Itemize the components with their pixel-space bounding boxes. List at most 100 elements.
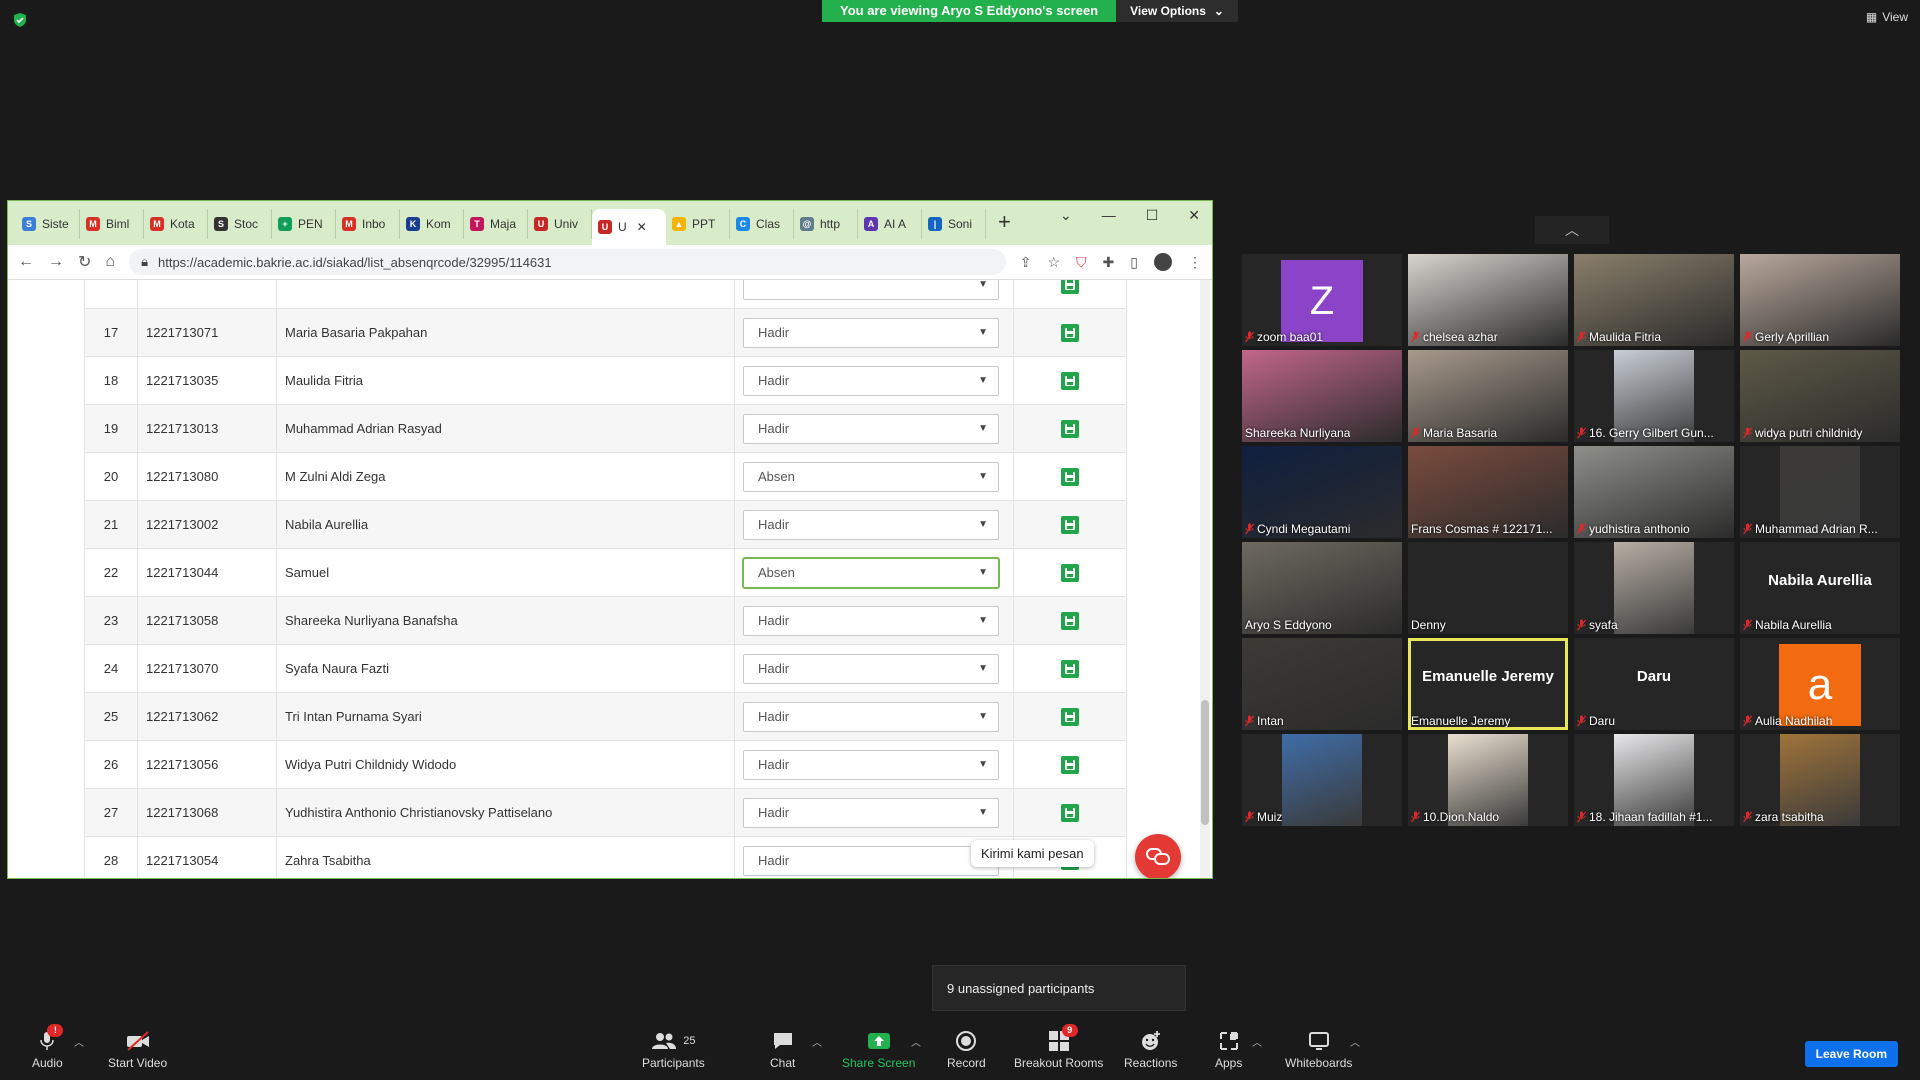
attendance-status-select[interactable]: Hadir▼ (743, 317, 999, 348)
attendance-status-select[interactable]: Hadir▼ (743, 605, 999, 636)
participant-tile[interactable]: yudhistira anthonio (1574, 446, 1734, 538)
attendance-status-select[interactable]: Hadir▼ (743, 797, 999, 828)
browser-tab[interactable]: M Inbo (336, 209, 400, 239)
attendance-status-select[interactable]: ▼ (743, 280, 999, 300)
home-icon[interactable]: ⌂ (105, 253, 115, 271)
record-button[interactable]: Record (947, 1030, 986, 1070)
view-options-button[interactable]: View Options ⌄ (1116, 0, 1238, 22)
participant-tile[interactable]: widya putri childnidy (1740, 350, 1900, 442)
chat-prompt-bubble[interactable]: Kirimi kami pesan (971, 840, 1094, 867)
save-button[interactable] (1061, 371, 1079, 390)
page-scrollbar[interactable] (1200, 280, 1210, 878)
extensions-icon[interactable]: ✚ (1103, 254, 1115, 271)
save-button[interactable] (1061, 280, 1079, 294)
breakout-rooms-button[interactable]: 9 Breakout Rooms (1014, 1024, 1103, 1070)
gallery-page-up-button[interactable]: ︿ (1535, 216, 1609, 244)
save-button[interactable] (1061, 707, 1079, 726)
bookmark-star-icon[interactable]: ☆ (1047, 254, 1060, 271)
sidebar-icon[interactable]: ▯ (1130, 254, 1138, 271)
browser-tab[interactable]: K Kom (400, 209, 464, 239)
reactions-button[interactable]: Reactions (1124, 1030, 1177, 1070)
whiteboards-options-caret[interactable]: ︿ (1350, 1034, 1360, 1049)
scrollbar-thumb[interactable] (1201, 700, 1209, 825)
tab-search-icon[interactable]: ⌄ (1060, 207, 1072, 224)
browser-tab[interactable]: S Siste (16, 209, 80, 239)
participant-tile[interactable]: Aryo S Eddyono (1242, 542, 1402, 634)
participant-tile[interactable]: Nabila Aurellia Nabila Aurellia (1740, 542, 1900, 634)
pocket-icon[interactable]: ⛉ (1076, 254, 1087, 271)
browser-tab[interactable]: M Kota (144, 209, 208, 239)
participant-tile[interactable]: chelsea azhar (1408, 254, 1568, 346)
attendance-status-select[interactable]: Hadir▼ (743, 845, 999, 876)
audio-button[interactable]: ! Audio (32, 1024, 64, 1070)
participants-button[interactable]: 25 Participants (642, 1030, 705, 1070)
participant-tile[interactable]: zara tsabitha (1740, 734, 1900, 826)
browser-tab[interactable]: ▲ PPT (666, 209, 730, 239)
new-tab-button[interactable]: + (998, 209, 1011, 235)
participant-tile[interactable]: Intan (1242, 638, 1402, 730)
reload-icon[interactable]: ↻ (78, 252, 91, 272)
tab-close-icon[interactable]: ✕ (637, 220, 647, 234)
participant-tile[interactable]: Muiz (1242, 734, 1402, 826)
chat-button[interactable]: Chat (770, 1030, 795, 1070)
attendance-status-select[interactable]: Hadir▼ (743, 413, 999, 444)
save-button[interactable] (1061, 803, 1079, 822)
chat-widget-button[interactable] (1135, 834, 1181, 878)
participant-tile[interactable]: Denny (1408, 542, 1568, 634)
attendance-status-select[interactable]: Hadir▼ (743, 653, 999, 684)
participant-tile[interactable]: 16. Gerry Gilbert Gun... (1574, 350, 1734, 442)
browser-tab[interactable]: @ http (794, 209, 858, 239)
participant-tile[interactable]: syafa (1574, 542, 1734, 634)
minimize-icon[interactable]: — (1102, 207, 1116, 224)
apps-button[interactable]: Apps (1215, 1030, 1242, 1070)
view-button[interactable]: ▦ View (1866, 10, 1908, 24)
unassigned-participants-notice[interactable]: 9 unassigned participants (932, 965, 1186, 1011)
url-input[interactable]: 🔒︎ https://academic.bakrie.ac.id/siakad/… (129, 249, 1006, 275)
participant-tile[interactable]: Zzoom baa01 (1242, 254, 1402, 346)
leave-room-button[interactable]: Leave Room (1804, 1041, 1898, 1067)
save-button[interactable] (1061, 419, 1079, 438)
browser-tab[interactable]: M Biml (80, 209, 144, 239)
browser-tab[interactable]: C Clas (730, 209, 794, 239)
menu-icon[interactable]: ⋮ (1188, 254, 1202, 271)
browser-tab[interactable]: T Maja (464, 209, 528, 239)
share-icon[interactable]: ⇪ (1020, 254, 1032, 271)
share-screen-button[interactable]: Share Screen (842, 1030, 915, 1070)
save-button[interactable] (1061, 755, 1079, 774)
browser-tab[interactable]: U Univ (528, 209, 592, 239)
participant-tile[interactable]: Maulida Fitria (1574, 254, 1734, 346)
forward-icon[interactable]: → (48, 253, 64, 271)
maximize-icon[interactable]: ☐ (1146, 207, 1159, 224)
attendance-status-select[interactable]: Hadir▼ (743, 749, 999, 780)
participant-tile[interactable]: Muhammad Adrian R... (1740, 446, 1900, 538)
security-shield-icon[interactable] (12, 12, 28, 28)
audio-options-caret[interactable]: ︿ (74, 1034, 84, 1049)
chat-options-caret[interactable]: ︿ (812, 1034, 822, 1049)
close-icon[interactable]: ✕ (1188, 207, 1200, 224)
browser-tab[interactable]: + PEN (272, 209, 336, 239)
participant-tile[interactable]: Maria Basaria (1408, 350, 1568, 442)
attendance-status-select[interactable]: Hadir▼ (743, 365, 999, 396)
save-button[interactable] (1061, 323, 1079, 342)
save-button[interactable] (1061, 611, 1079, 630)
apps-options-caret[interactable]: ︿ (1252, 1034, 1262, 1049)
attendance-status-select[interactable]: Hadir▼ (743, 509, 999, 540)
back-icon[interactable]: ← (18, 253, 34, 271)
participant-tile[interactable]: 10.Dion.Naldo (1408, 734, 1568, 826)
participant-tile[interactable]: Shareeka Nurliyana (1242, 350, 1402, 442)
participant-tile[interactable]: Daru Daru (1574, 638, 1734, 730)
participant-tile[interactable]: a Aulia Nadhilah (1740, 638, 1900, 730)
save-button[interactable] (1061, 467, 1079, 486)
whiteboards-button[interactable]: Whiteboards (1285, 1030, 1352, 1070)
browser-tab[interactable]: A AI A (858, 209, 922, 239)
participant-tile[interactable]: Emanuelle Jeremy Emanuelle Jeremy (1408, 638, 1568, 730)
attendance-status-select[interactable]: Hadir▼ (743, 701, 999, 732)
browser-tab[interactable]: S Stoc (208, 209, 272, 239)
participant-tile[interactable]: Frans Cosmas # 122171... (1408, 446, 1568, 538)
participant-tile[interactable]: Gerly Aprillian (1740, 254, 1900, 346)
participant-tile[interactable]: 18. Jihaan fadillah #1... (1574, 734, 1734, 826)
save-button[interactable] (1061, 563, 1079, 582)
attendance-status-select[interactable]: Absen ▼ (743, 557, 999, 588)
save-button[interactable] (1061, 515, 1079, 534)
start-video-button[interactable]: Start Video (108, 1030, 167, 1070)
